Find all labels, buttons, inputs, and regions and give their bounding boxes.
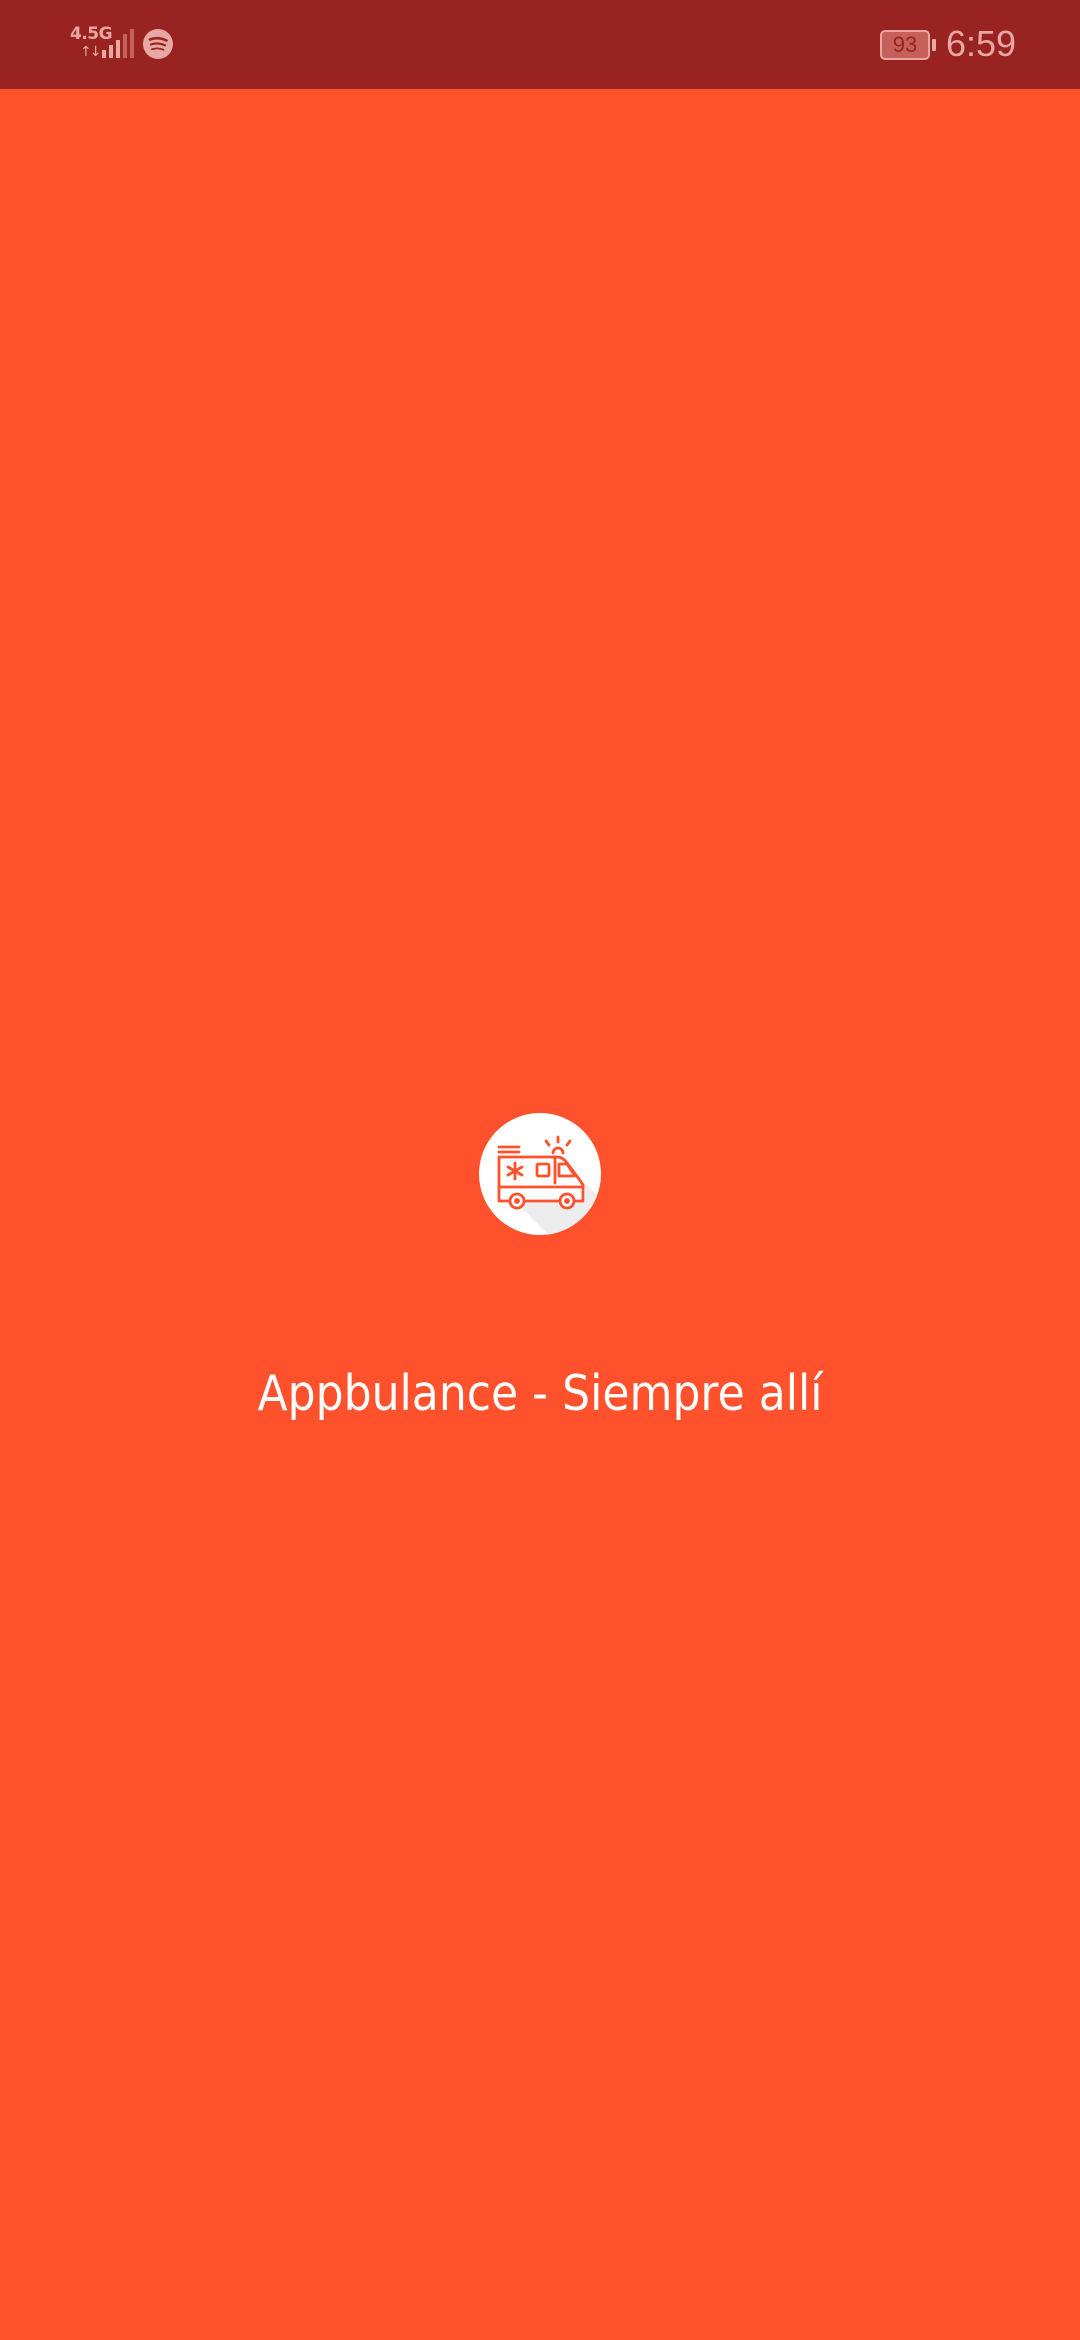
app-logo	[479, 1113, 601, 1235]
splash-screen: 4.5G ↑↓ 93 6:59 Appbulance - Siempre all…	[0, 0, 1080, 2340]
data-activity-icon: ↑↓	[80, 44, 102, 60]
cellular-signal-icon	[102, 29, 134, 58]
battery-level: 93	[892, 32, 918, 57]
spotify-icon	[143, 29, 173, 59]
app-tagline: Appbulance - Siempre allí	[257, 1365, 823, 1422]
status-clock: 6:59	[946, 23, 1017, 64]
ambulance-icon	[497, 1135, 601, 1235]
status-bar: 4.5G ↑↓ 93 6:59	[0, 0, 1080, 89]
